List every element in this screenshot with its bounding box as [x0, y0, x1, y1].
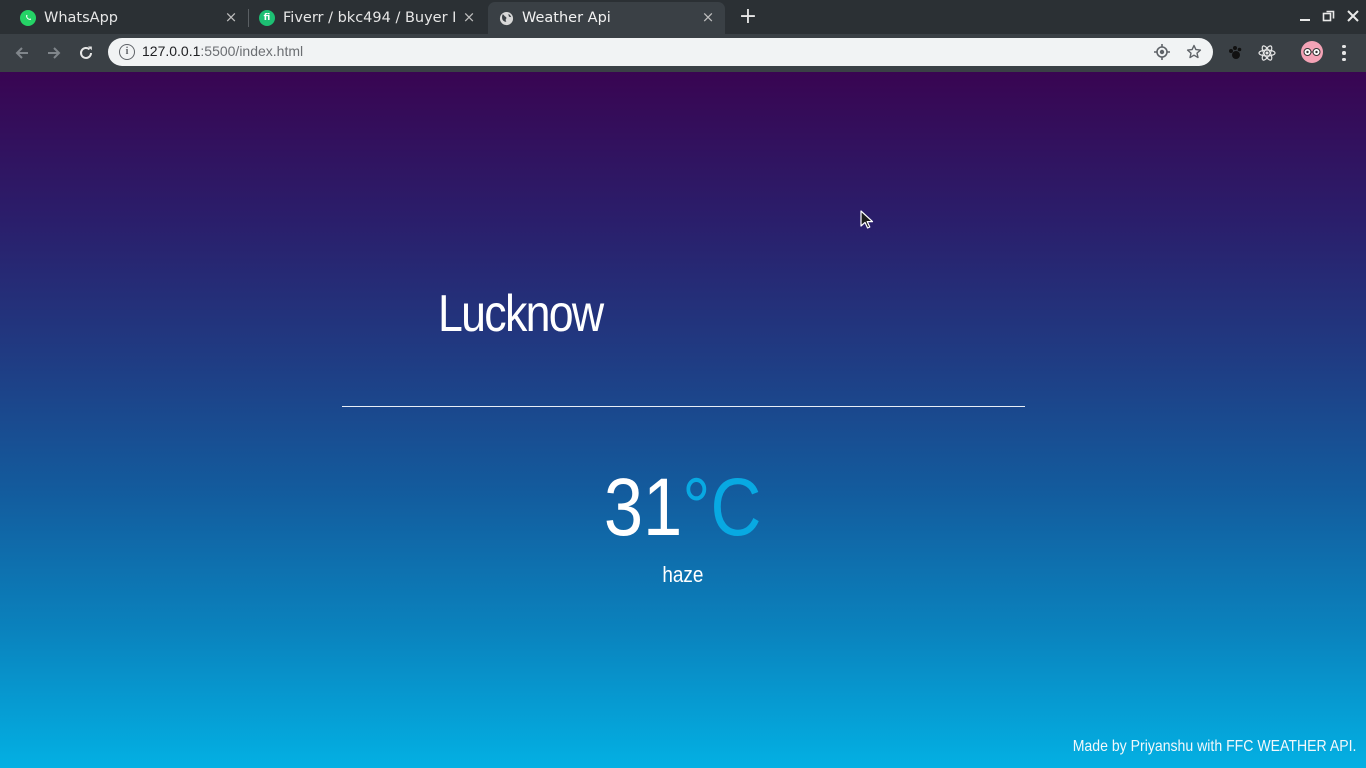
city-name: Lucknow — [438, 285, 604, 343]
divider — [342, 406, 1025, 407]
footer-credit: Made by Priyanshu with FFC WEATHER API. — [1072, 738, 1356, 755]
tab-title: Fiverr / bkc494 / Buyer Re — [283, 10, 455, 26]
more-menu-icon[interactable] — [1335, 43, 1353, 63]
profile-avatar[interactable] — [1301, 41, 1323, 63]
url-text[interactable]: 127.0.0.1:5500/index.html — [142, 43, 303, 59]
forward-button[interactable] — [43, 42, 65, 64]
browser-toolbar: i 127.0.0.1:5500/index.html — [0, 34, 1366, 72]
reload-icon — [80, 46, 92, 59]
globe-icon — [498, 10, 514, 26]
address-bar[interactable]: i 127.0.0.1:5500/index.html — [108, 38, 1213, 66]
close-icon[interactable]: × — [701, 10, 715, 25]
temperature-value: 31 — [604, 462, 683, 553]
new-tab-button[interactable]: + — [738, 6, 758, 28]
tab-title: WhatsApp — [44, 10, 118, 26]
info-icon[interactable]: i — [119, 44, 135, 60]
temperature-unit: °C — [682, 462, 762, 553]
reload-button[interactable] — [75, 42, 97, 64]
weather-condition: haze — [0, 562, 1366, 588]
tab-strip: WhatsApp × fi Fiverr / bkc494 / Buyer Re… — [0, 0, 1366, 34]
tab-weather-api[interactable]: Weather Api × — [488, 2, 725, 34]
weather-page: Lucknow 31°C haze Made by Priyanshu with… — [0, 72, 1366, 768]
mouse-cursor-icon — [860, 210, 874, 229]
minimize-icon[interactable] — [1296, 7, 1314, 25]
close-window-icon[interactable] — [1344, 7, 1362, 25]
temperature-display: 31°C — [0, 460, 1366, 556]
restore-icon[interactable] — [1320, 7, 1338, 25]
star-icon[interactable] — [1186, 44, 1202, 60]
url-path: :5500/index.html — [200, 43, 304, 59]
glasses-icon — [1303, 48, 1321, 56]
close-icon[interactable]: × — [462, 10, 476, 25]
back-button[interactable] — [11, 42, 33, 64]
whatsapp-icon — [20, 10, 36, 26]
condition-text: haze — [662, 562, 704, 587]
tab-title: Weather Api — [522, 10, 611, 26]
url-host: 127.0.0.1 — [142, 43, 201, 59]
arrow-right-icon — [48, 47, 61, 59]
fiverr-icon: fi — [259, 10, 275, 26]
tab-fiverr[interactable]: fi Fiverr / bkc494 / Buyer Re × — [248, 2, 486, 34]
close-icon[interactable]: × — [224, 10, 238, 25]
arrow-left-icon — [15, 47, 28, 59]
tab-whatsapp[interactable]: WhatsApp × — [8, 2, 248, 34]
react-devtools-icon[interactable] — [1257, 43, 1277, 63]
location-target-icon[interactable] — [1154, 44, 1170, 60]
extension-paw-icon[interactable] — [1225, 43, 1245, 63]
